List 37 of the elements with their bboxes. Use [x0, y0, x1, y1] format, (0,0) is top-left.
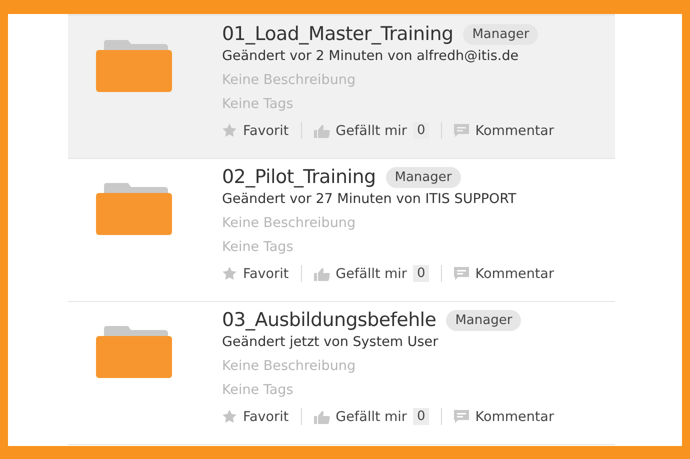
role-badge: Manager — [463, 24, 538, 44]
folder-name[interactable]: 01_Load_Master_Training — [222, 23, 454, 45]
description-text: Keine Beschreibung — [222, 358, 357, 374]
modified-info: Geändert vor 2 Minuten von alfredh@itis.de — [222, 48, 520, 64]
star-icon — [222, 123, 237, 138]
tags-text: Keine Tags — [222, 96, 294, 112]
comment-icon — [454, 410, 470, 423]
favorite-link[interactable]: Favorit — [222, 408, 289, 424]
comment-link[interactable]: Kommentar — [454, 408, 554, 424]
comment-icon — [454, 267, 470, 280]
modified-info: Geändert vor 27 Minuten von ITIS SUPPORT — [222, 191, 518, 207]
description-text: Keine Beschreibung — [222, 72, 357, 88]
like-count: 0 — [413, 265, 430, 282]
comment-link[interactable]: Kommentar — [454, 266, 554, 282]
tags-text: Keine Tags — [222, 382, 294, 398]
thumbs-up-icon — [314, 124, 330, 138]
like-link[interactable]: Gefällt mir — [314, 122, 407, 138]
thumbs-up-icon — [314, 266, 330, 280]
like-link[interactable]: Gefällt mir — [314, 266, 407, 282]
star-icon — [222, 266, 237, 281]
favorite-link[interactable]: Favorit — [222, 122, 289, 138]
modified-info: Geändert jetzt von System User — [222, 334, 440, 350]
like-count: 0 — [413, 122, 430, 139]
like-count: 0 — [413, 408, 430, 425]
thumbs-up-icon — [314, 410, 330, 424]
description-text: Keine Beschreibung — [222, 215, 357, 231]
folder-name[interactable]: 03_Ausbildungsbefehle — [222, 309, 436, 331]
tags-text: Keine Tags — [222, 239, 294, 255]
star-icon — [222, 409, 237, 424]
comment-icon — [454, 124, 470, 137]
like-link[interactable]: Gefällt mir — [314, 408, 407, 424]
folder-name[interactable]: 02_Pilot_Training — [222, 166, 376, 188]
comment-link[interactable]: Kommentar — [454, 122, 554, 138]
role-badge: Manager — [386, 166, 461, 188]
favorite-link[interactable]: Favorit — [222, 266, 289, 282]
role-badge: Manager — [446, 310, 522, 330]
folder-row[interactable]: 01_Load_Master_Training Manager Geändert vor 2 Minuten von alfredh@itis.de Keine Beschreibung Keine Tags Favorit Gefällt mir 0 Kommentar — [68, 16, 615, 159]
